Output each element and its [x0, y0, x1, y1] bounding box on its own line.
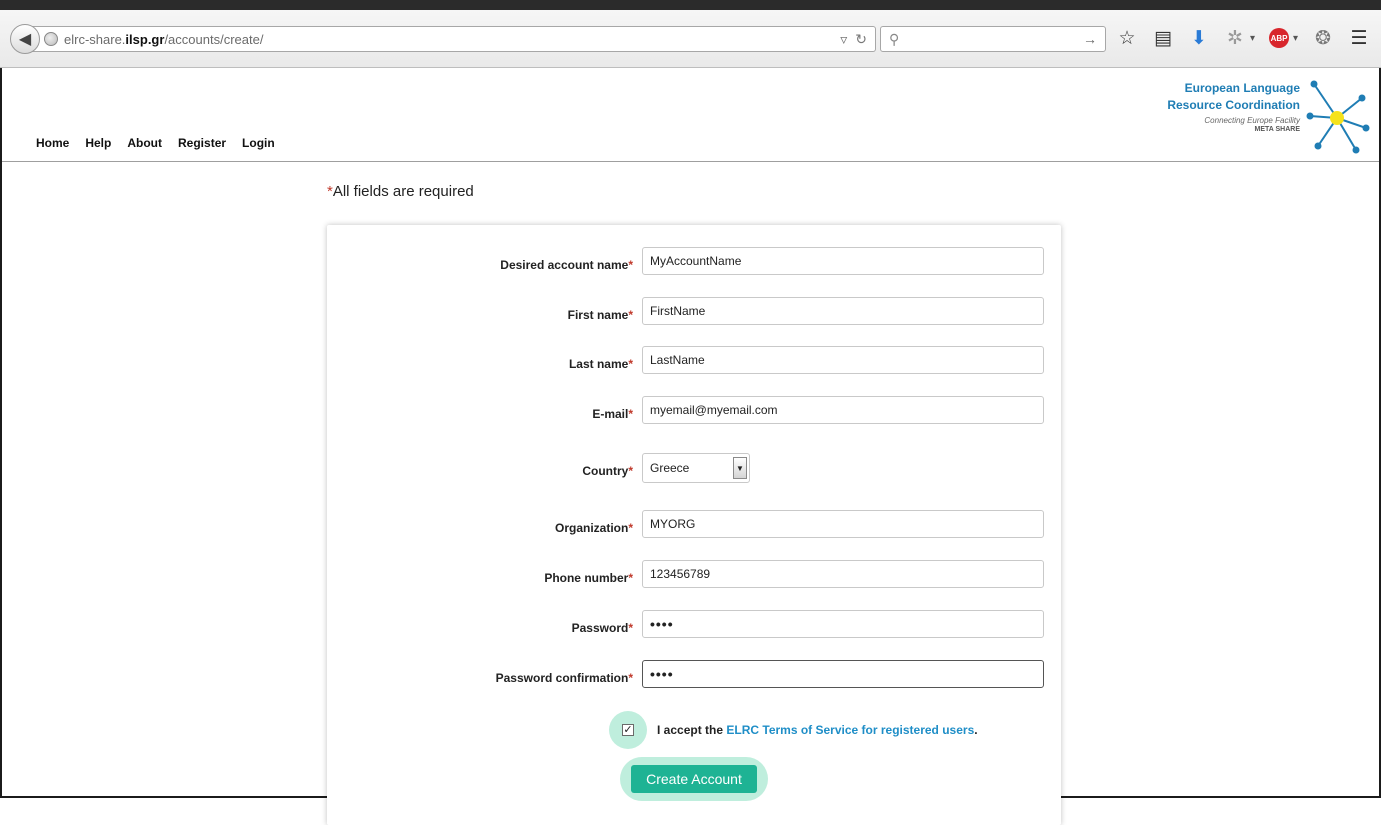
email-input[interactable]	[642, 396, 1044, 424]
reload-icon[interactable]: ↻	[855, 31, 867, 48]
search-input[interactable]: ⚲ →	[880, 26, 1106, 52]
phone-input[interactable]	[642, 560, 1044, 588]
accept-terms-checkbox[interactable]: ✓	[622, 724, 634, 736]
create-account-form: Desired account name* First name* Last n…	[327, 225, 1061, 825]
search-go-icon[interactable]: →	[1083, 31, 1097, 47]
organization-input[interactable]	[642, 510, 1044, 538]
extension-bug-icon[interactable]: ✲	[1224, 26, 1246, 50]
field-row-first-name: First name*	[327, 297, 1061, 329]
logo-title-line2: Resource Coordination	[1167, 98, 1300, 112]
account-name-label: Desired account name*	[500, 258, 633, 272]
country-selected-value: Greece	[650, 461, 690, 475]
terms-text: I accept the ELRC Terms of Service for r…	[657, 723, 978, 737]
password-confirmation-input[interactable]	[642, 660, 1044, 688]
address-bar[interactable]: elrc-share. ilsp.gr/accounts/create/ ▿ ↻	[30, 26, 876, 52]
chevron-down-icon[interactable]: ▾	[1293, 33, 1298, 44]
logo-tagline: Connecting Europe Facility	[1204, 116, 1300, 125]
nav-home[interactable]: Home	[36, 136, 69, 150]
nav-about[interactable]: About	[127, 136, 162, 150]
dropdown-history-icon[interactable]: ▿	[840, 31, 847, 48]
url-path: /accounts/create/	[164, 31, 264, 47]
logo-meta-share: META SHARE	[1254, 126, 1301, 133]
search-icon: ⚲	[889, 30, 900, 47]
create-account-button[interactable]: Create Account	[631, 765, 757, 793]
bookmark-star-icon[interactable]: ☆	[1116, 26, 1138, 50]
password-label: Password*	[571, 621, 633, 635]
email-label: E-mail*	[592, 407, 633, 421]
menu-icon[interactable]: ☰	[1348, 26, 1370, 50]
downloads-icon[interactable]: ⬇	[1188, 26, 1210, 50]
first-name-label: First name*	[567, 308, 633, 322]
phone-label: Phone number*	[544, 571, 633, 585]
account-name-input[interactable]	[642, 247, 1044, 275]
nav-login[interactable]: Login	[242, 136, 275, 150]
terms-row: ✓ I accept the ELRC Terms of Service for…	[609, 711, 978, 749]
checkbox-highlight: ✓	[609, 711, 647, 749]
adblock-icon[interactable]: ABP	[1269, 28, 1290, 48]
organization-label: Organization*	[554, 521, 633, 535]
last-name-input[interactable]	[642, 346, 1044, 374]
main-nav: Home Help About Register Login	[36, 136, 275, 150]
url-host: ilsp.gr	[125, 31, 165, 47]
field-row-password: Password*	[327, 610, 1061, 642]
site-header: Home Help About Register Login European …	[2, 68, 1379, 162]
nav-help[interactable]: Help	[85, 136, 111, 150]
required-fields-note: *All fields are required	[327, 183, 474, 200]
field-row-last-name: Last name*	[327, 346, 1061, 378]
browser-toolbar: elrc-share. ilsp.gr/accounts/create/ ▿ ↻ …	[0, 0, 1381, 68]
terms-of-service-link[interactable]: ELRC Terms of Service for registered use…	[726, 723, 974, 737]
back-button[interactable]: ◀	[10, 24, 40, 54]
back-arrow-icon: ◀	[18, 31, 32, 48]
country-select[interactable]: Greece ▼	[642, 453, 750, 483]
globe-icon	[44, 32, 58, 46]
url-prefix: elrc-share.	[64, 31, 126, 47]
network-logo-icon	[1306, 80, 1370, 154]
bookmarks-list-icon[interactable]: ▤	[1152, 26, 1174, 50]
field-row-account-name: Desired account name*	[327, 247, 1061, 279]
logo-title-line1: European Language	[1184, 81, 1300, 95]
field-row-organization: Organization*	[327, 510, 1061, 542]
first-name-input[interactable]	[642, 297, 1044, 325]
field-row-phone: Phone number*	[327, 560, 1061, 592]
extension-icon[interactable]: ❂	[1312, 26, 1334, 50]
chevron-down-icon[interactable]: ▾	[1250, 33, 1255, 44]
country-label: Country*	[582, 464, 633, 478]
create-account-highlight: Create Account	[620, 757, 768, 801]
password-input[interactable]	[642, 610, 1044, 638]
last-name-label: Last name*	[568, 357, 633, 371]
field-row-email: E-mail*	[327, 396, 1061, 428]
elrc-logo[interactable]: European Language Resource Coordination …	[1167, 76, 1370, 160]
field-row-country: Country* Greece ▼	[327, 453, 1061, 485]
field-row-password-confirmation: Password confirmation*	[327, 660, 1061, 692]
chevron-down-icon[interactable]: ▼	[733, 457, 747, 479]
password-confirmation-label: Password confirmation*	[495, 671, 633, 685]
nav-register[interactable]: Register	[178, 136, 226, 150]
required-note-text: All fields are required	[332, 183, 474, 200]
